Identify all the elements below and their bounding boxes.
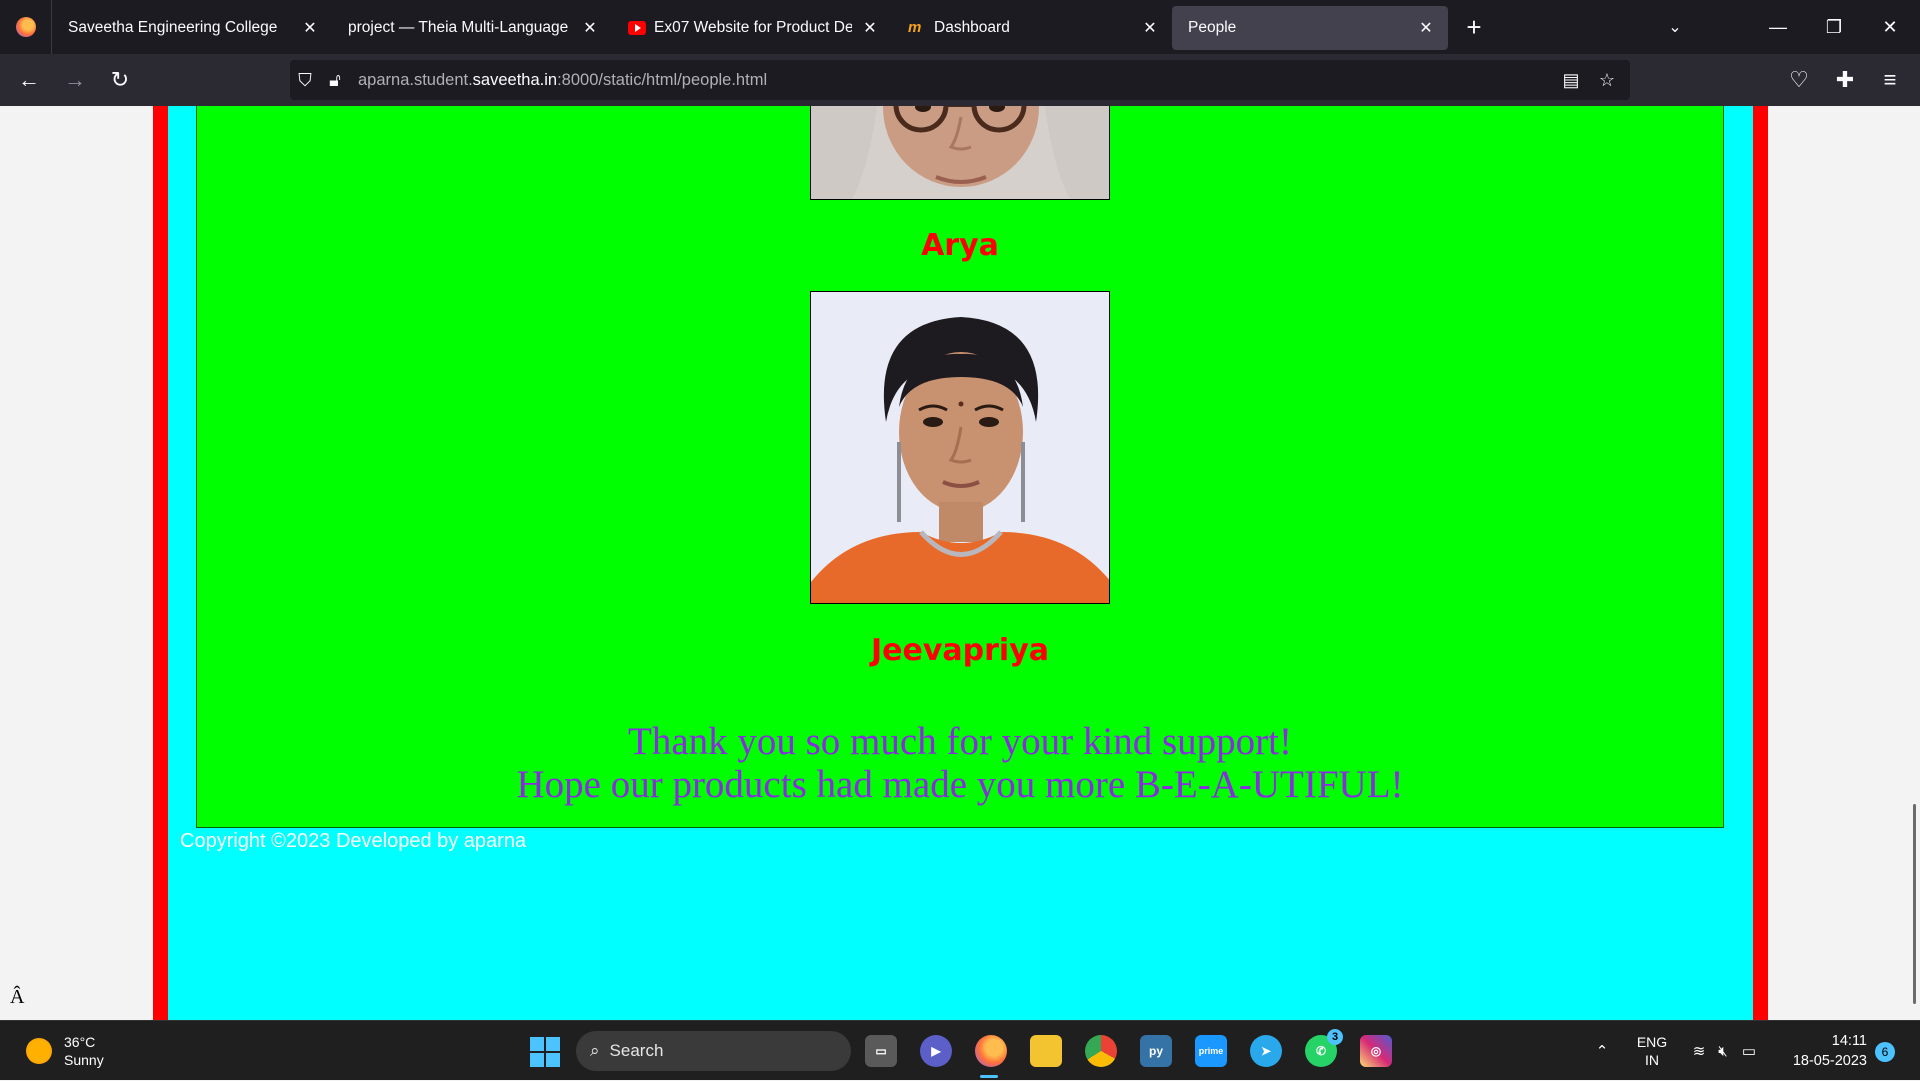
tab-title: Ex07 Website for Product Devel	[654, 19, 852, 36]
close-window-button[interactable]: ✕	[1862, 0, 1918, 54]
clock-time: 14:11	[1831, 1033, 1867, 1049]
tab-youtube-ex07[interactable]: Ex07 Website for Product Devel ✕	[612, 6, 892, 50]
list-all-tabs-button[interactable]: ⌄	[1660, 12, 1690, 42]
close-icon[interactable]: ✕	[860, 18, 880, 38]
lock-icon[interactable]: 🔓︎	[320, 65, 350, 95]
system-clock[interactable]: 14:11 18-05-2023	[1785, 1031, 1867, 1071]
firefox-icon	[15, 17, 36, 37]
tab-saveetha[interactable]: Saveetha Engineering College ✕	[52, 6, 332, 50]
volume-muted-icon[interactable]: 🔇︎	[1712, 1021, 1734, 1081]
weather-widget[interactable]: 36°C Sunny	[26, 1033, 104, 1069]
extensions-icon[interactable]: ✚	[1828, 63, 1862, 97]
bookmark-star-icon[interactable]: ☆	[1592, 65, 1622, 95]
forward-button[interactable]: →	[58, 63, 92, 97]
python-icon[interactable]: py	[1140, 1035, 1172, 1067]
tab-title: People	[1188, 19, 1237, 36]
tab-theia-project[interactable]: project — Theia Multi-Language Ex ✕	[332, 6, 612, 50]
close-icon[interactable]: ✕	[580, 18, 600, 38]
windows-start-icon[interactable]	[530, 1037, 560, 1067]
weather-desc: Sunny	[64, 1052, 104, 1068]
sun-icon	[26, 1038, 52, 1064]
task-view-icon[interactable]: ▭	[865, 1035, 897, 1067]
stray-character: Â	[10, 986, 25, 1008]
navigation-toolbar: ← → ↻ ⛉ 🔓︎ aparna.student.saveetha.in:80…	[0, 54, 1920, 106]
reader-view-icon[interactable]: ▤	[1556, 65, 1586, 95]
person-name-jeevapriya: Jeevapriya	[870, 633, 1049, 668]
tab-dashboard[interactable]: m Dashboard ✕	[892, 6, 1172, 50]
windows-taskbar: 36°C Sunny ⌕ Search ▭ ▶ py prime ➤ ✆ 3 ◎ …	[0, 1020, 1920, 1080]
firefox-view-button[interactable]	[0, 0, 52, 54]
back-button[interactable]: ←	[12, 63, 46, 97]
pocket-icon[interactable]: ♡	[1782, 63, 1816, 97]
telegram-icon[interactable]: ➤	[1250, 1035, 1282, 1067]
prime-video-icon[interactable]: prime	[1195, 1035, 1227, 1067]
page-viewport: Arya Jeevapriya Thank you so much for yo…	[0, 106, 1920, 1020]
thanks-line-1: Thank you so much for your kind support!	[628, 720, 1292, 763]
url-bar[interactable]: ⛉ 🔓︎ aparna.student.saveetha.in:8000/sta…	[290, 60, 1630, 100]
chrome-icon[interactable]	[1085, 1035, 1117, 1067]
minimize-button[interactable]: —	[1750, 0, 1806, 54]
whatsapp-badge: 3	[1327, 1029, 1343, 1045]
scrollbar-thumb[interactable]	[1913, 804, 1916, 1004]
close-icon[interactable]: ✕	[1416, 18, 1436, 38]
moodle-icon: m	[908, 19, 922, 36]
tab-people[interactable]: People ✕	[1172, 6, 1448, 50]
lang-line2: IN	[1645, 1052, 1659, 1068]
new-tab-button[interactable]: +	[1456, 9, 1492, 45]
shield-icon[interactable]: ⛉	[290, 65, 320, 95]
photo-arya	[810, 106, 1110, 200]
teams-chat-icon[interactable]: ▶	[920, 1035, 952, 1067]
photo-jeevapriya	[810, 291, 1110, 604]
lang-line1: ENG	[1636, 1034, 1668, 1050]
restore-button[interactable]: ❐	[1806, 0, 1862, 54]
tab-title: Dashboard	[934, 19, 1010, 36]
person-name-arya: Arya	[921, 228, 999, 263]
search-icon: ⌕	[590, 1041, 600, 1060]
instagram-icon[interactable]: ◎	[1360, 1035, 1392, 1067]
wifi-icon[interactable]: ≋	[1688, 1021, 1710, 1081]
tab-title: Saveetha Engineering College	[68, 19, 278, 36]
search-label: Search	[609, 1041, 664, 1060]
notification-count[interactable]: 6	[1875, 1042, 1895, 1062]
youtube-icon	[628, 21, 646, 35]
active-app-indicator	[980, 1075, 998, 1078]
url-text[interactable]: aparna.student.saveetha.in:8000/static/h…	[358, 71, 767, 90]
clock-date: 18-05-2023	[1792, 1053, 1867, 1069]
chevron-up-icon[interactable]: ⌃	[1590, 1021, 1614, 1081]
thanks-line-2: Hope our products had made you more B-E-…	[516, 763, 1404, 806]
whatsapp-icon[interactable]: ✆ 3	[1305, 1029, 1343, 1067]
taskbar-search[interactable]: ⌕ Search	[576, 1031, 851, 1071]
language-indicator[interactable]: ENG IN	[1632, 1021, 1672, 1081]
reload-button[interactable]: ↻	[103, 63, 137, 97]
battery-icon[interactable]: ▭	[1738, 1021, 1760, 1081]
weather-temp: 36°C	[64, 1034, 96, 1050]
close-icon[interactable]: ✕	[1140, 18, 1160, 38]
close-icon[interactable]: ✕	[300, 18, 320, 38]
tab-title: project — Theia Multi-Language Ex	[348, 19, 572, 36]
menu-icon[interactable]: ≡	[1873, 63, 1907, 97]
footer-copyright: Copyright ©2023 Developed by aparna	[180, 830, 527, 852]
firefox-taskbar-icon[interactable]	[975, 1035, 1007, 1067]
tab-strip: Saveetha Engineering College ✕ project —…	[0, 0, 1920, 54]
file-explorer-icon[interactable]	[1030, 1035, 1062, 1067]
